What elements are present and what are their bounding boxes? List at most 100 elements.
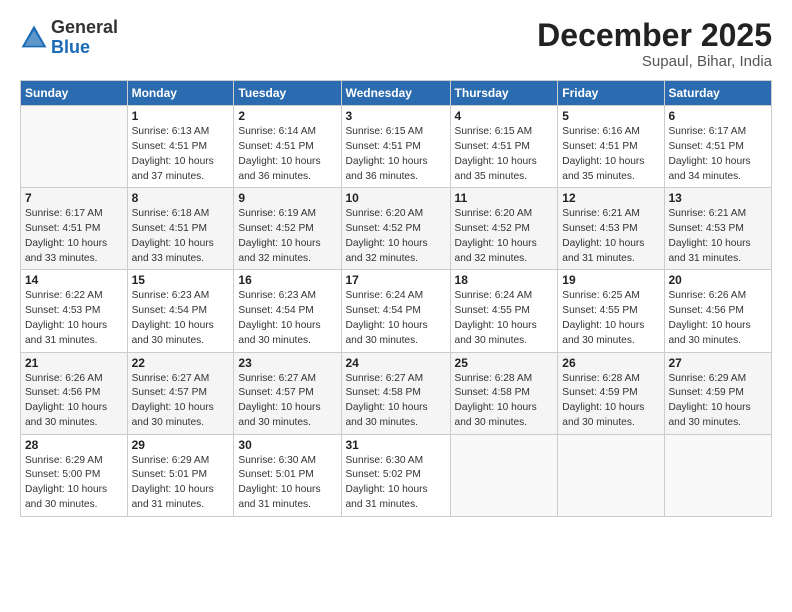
day-number: 9 xyxy=(238,191,336,205)
day-number: 12 xyxy=(562,191,659,205)
day-number: 1 xyxy=(132,109,230,123)
table-row: 24 Sunrise: 6:27 AM Sunset: 4:58 PM Dayli… xyxy=(341,352,450,434)
header-thursday: Thursday xyxy=(450,81,558,106)
table-row: 22 Sunrise: 6:27 AM Sunset: 4:57 PM Dayli… xyxy=(127,352,234,434)
table-row: 18Sunrise: 6:24 AM Sunset: 4:55 PM Dayli… xyxy=(450,270,558,352)
day-info: Sunrise: 6:15 AM Sunset: 4:51 PM Dayligh… xyxy=(455,125,554,184)
table-row: 4Sunrise: 6:15 AM Sunset: 4:51 PM Daylig… xyxy=(450,106,558,188)
month-title: December 2025 xyxy=(537,18,772,53)
table-row: 8 Sunrise: 6:18 AM Sunset: 4:51 PM Daylig… xyxy=(127,188,234,270)
table-row: 27 Sunrise: 6:29 AM Sunset: 4:59 PM Dayli… xyxy=(664,352,772,434)
day-number: 27 xyxy=(669,356,768,370)
table-row: 1 Sunrise: 6:13 AM Sunset: 4:51 PM Daylig… xyxy=(127,106,234,188)
title-block: December 2025 Supaul, Bihar, India xyxy=(537,18,772,70)
table-row: 29Sunrise: 6:29 AM Sunset: 5:01 PM Dayli… xyxy=(127,434,234,516)
table-row: 2 Sunrise: 6:14 AM Sunset: 4:51 PM Daylig… xyxy=(234,106,341,188)
day-number: 13 xyxy=(669,191,768,205)
table-row: 6 Sunrise: 6:17 AM Sunset: 4:51 PM Daylig… xyxy=(664,106,772,188)
day-number: 24 xyxy=(346,356,446,370)
header-monday: Monday xyxy=(127,81,234,106)
logo-icon xyxy=(20,24,48,52)
day-number: 28 xyxy=(25,438,123,452)
table-row: 17 Sunrise: 6:24 AM Sunset: 4:54 PM Dayli… xyxy=(341,270,450,352)
day-info: Sunrise: 6:30 AM Sunset: 5:01 PM Dayligh… xyxy=(238,454,336,513)
day-number: 17 xyxy=(346,273,446,287)
day-info: Sunrise: 6:18 AM Sunset: 4:51 PM Dayligh… xyxy=(132,207,230,266)
header-saturday: Saturday xyxy=(664,81,772,106)
day-number: 7 xyxy=(25,191,123,205)
table-row: 12 Sunrise: 6:21 AM Sunset: 4:53 PM Dayli… xyxy=(558,188,664,270)
table-row: 11Sunrise: 6:20 AM Sunset: 4:52 PM Dayli… xyxy=(450,188,558,270)
day-number: 2 xyxy=(238,109,336,123)
day-number: 18 xyxy=(455,273,554,287)
table-row: 26Sunrise: 6:28 AM Sunset: 4:59 PM Dayli… xyxy=(558,352,664,434)
table-row: 10 Sunrise: 6:20 AM Sunset: 4:52 PM Dayli… xyxy=(341,188,450,270)
day-info: Sunrise: 6:15 AM Sunset: 4:51 PM Dayligh… xyxy=(346,125,446,184)
table-row xyxy=(21,106,128,188)
logo: General Blue xyxy=(20,18,118,58)
day-info: Sunrise: 6:27 AM Sunset: 4:57 PM Dayligh… xyxy=(238,372,336,431)
day-info: Sunrise: 6:13 AM Sunset: 4:51 PM Dayligh… xyxy=(132,125,230,184)
day-number: 6 xyxy=(669,109,768,123)
header-sunday: Sunday xyxy=(21,81,128,106)
header-friday: Friday xyxy=(558,81,664,106)
table-row: 23 Sunrise: 6:27 AM Sunset: 4:57 PM Dayli… xyxy=(234,352,341,434)
header-wednesday: Wednesday xyxy=(341,81,450,106)
table-row xyxy=(664,434,772,516)
day-number: 31 xyxy=(346,438,446,452)
day-number: 19 xyxy=(562,273,659,287)
day-info: Sunrise: 6:29 AM Sunset: 4:59 PM Dayligh… xyxy=(669,372,768,431)
day-info: Sunrise: 6:25 AM Sunset: 4:55 PM Dayligh… xyxy=(562,289,659,348)
calendar-week-row: 28 Sunrise: 6:29 AM Sunset: 5:00 PM Dayli… xyxy=(21,434,772,516)
day-info: Sunrise: 6:17 AM Sunset: 4:51 PM Dayligh… xyxy=(25,207,123,266)
day-number: 29 xyxy=(132,438,230,452)
day-number: 8 xyxy=(132,191,230,205)
day-number: 23 xyxy=(238,356,336,370)
day-number: 5 xyxy=(562,109,659,123)
day-info: Sunrise: 6:19 AM Sunset: 4:52 PM Dayligh… xyxy=(238,207,336,266)
table-row: 15 Sunrise: 6:23 AM Sunset: 4:54 PM Dayli… xyxy=(127,270,234,352)
day-info: Sunrise: 6:30 AM Sunset: 5:02 PM Dayligh… xyxy=(346,454,446,513)
table-row: 21Sunrise: 6:26 AM Sunset: 4:56 PM Dayli… xyxy=(21,352,128,434)
table-row: 20Sunrise: 6:26 AM Sunset: 4:56 PM Dayli… xyxy=(664,270,772,352)
day-info: Sunrise: 6:21 AM Sunset: 4:53 PM Dayligh… xyxy=(562,207,659,266)
calendar-week-row: 1 Sunrise: 6:13 AM Sunset: 4:51 PM Daylig… xyxy=(21,106,772,188)
table-row: 16 Sunrise: 6:23 AM Sunset: 4:54 PM Dayli… xyxy=(234,270,341,352)
header-tuesday: Tuesday xyxy=(234,81,341,106)
day-info: Sunrise: 6:20 AM Sunset: 4:52 PM Dayligh… xyxy=(346,207,446,266)
day-number: 11 xyxy=(455,191,554,205)
day-info: Sunrise: 6:14 AM Sunset: 4:51 PM Dayligh… xyxy=(238,125,336,184)
logo-blue-text: Blue xyxy=(51,37,90,57)
day-info: Sunrise: 6:17 AM Sunset: 4:51 PM Dayligh… xyxy=(669,125,768,184)
day-number: 26 xyxy=(562,356,659,370)
location-subtitle: Supaul, Bihar, India xyxy=(537,53,772,70)
table-row xyxy=(558,434,664,516)
day-number: 30 xyxy=(238,438,336,452)
table-row: 31 Sunrise: 6:30 AM Sunset: 5:02 PM Dayli… xyxy=(341,434,450,516)
calendar-week-row: 21Sunrise: 6:26 AM Sunset: 4:56 PM Dayli… xyxy=(21,352,772,434)
day-info: Sunrise: 6:22 AM Sunset: 4:53 PM Dayligh… xyxy=(25,289,123,348)
table-row: 30 Sunrise: 6:30 AM Sunset: 5:01 PM Dayli… xyxy=(234,434,341,516)
day-info: Sunrise: 6:29 AM Sunset: 5:00 PM Dayligh… xyxy=(25,454,123,513)
table-row: 3 Sunrise: 6:15 AM Sunset: 4:51 PM Daylig… xyxy=(341,106,450,188)
day-number: 14 xyxy=(25,273,123,287)
day-number: 3 xyxy=(346,109,446,123)
day-number: 25 xyxy=(455,356,554,370)
day-info: Sunrise: 6:23 AM Sunset: 4:54 PM Dayligh… xyxy=(132,289,230,348)
day-info: Sunrise: 6:24 AM Sunset: 4:54 PM Dayligh… xyxy=(346,289,446,348)
day-number: 22 xyxy=(132,356,230,370)
day-number: 10 xyxy=(346,191,446,205)
calendar-header-row: Sunday Monday Tuesday Wednesday Thursday… xyxy=(21,81,772,106)
day-number: 20 xyxy=(669,273,768,287)
day-number: 16 xyxy=(238,273,336,287)
day-number: 15 xyxy=(132,273,230,287)
day-info: Sunrise: 6:26 AM Sunset: 4:56 PM Dayligh… xyxy=(25,372,123,431)
table-row: 13Sunrise: 6:21 AM Sunset: 4:53 PM Dayli… xyxy=(664,188,772,270)
calendar-table: Sunday Monday Tuesday Wednesday Thursday… xyxy=(20,80,772,517)
day-info: Sunrise: 6:27 AM Sunset: 4:58 PM Dayligh… xyxy=(346,372,446,431)
table-row: 25Sunrise: 6:28 AM Sunset: 4:58 PM Dayli… xyxy=(450,352,558,434)
calendar-week-row: 14 Sunrise: 6:22 AM Sunset: 4:53 PM Dayli… xyxy=(21,270,772,352)
day-info: Sunrise: 6:23 AM Sunset: 4:54 PM Dayligh… xyxy=(238,289,336,348)
day-info: Sunrise: 6:16 AM Sunset: 4:51 PM Dayligh… xyxy=(562,125,659,184)
day-info: Sunrise: 6:27 AM Sunset: 4:57 PM Dayligh… xyxy=(132,372,230,431)
